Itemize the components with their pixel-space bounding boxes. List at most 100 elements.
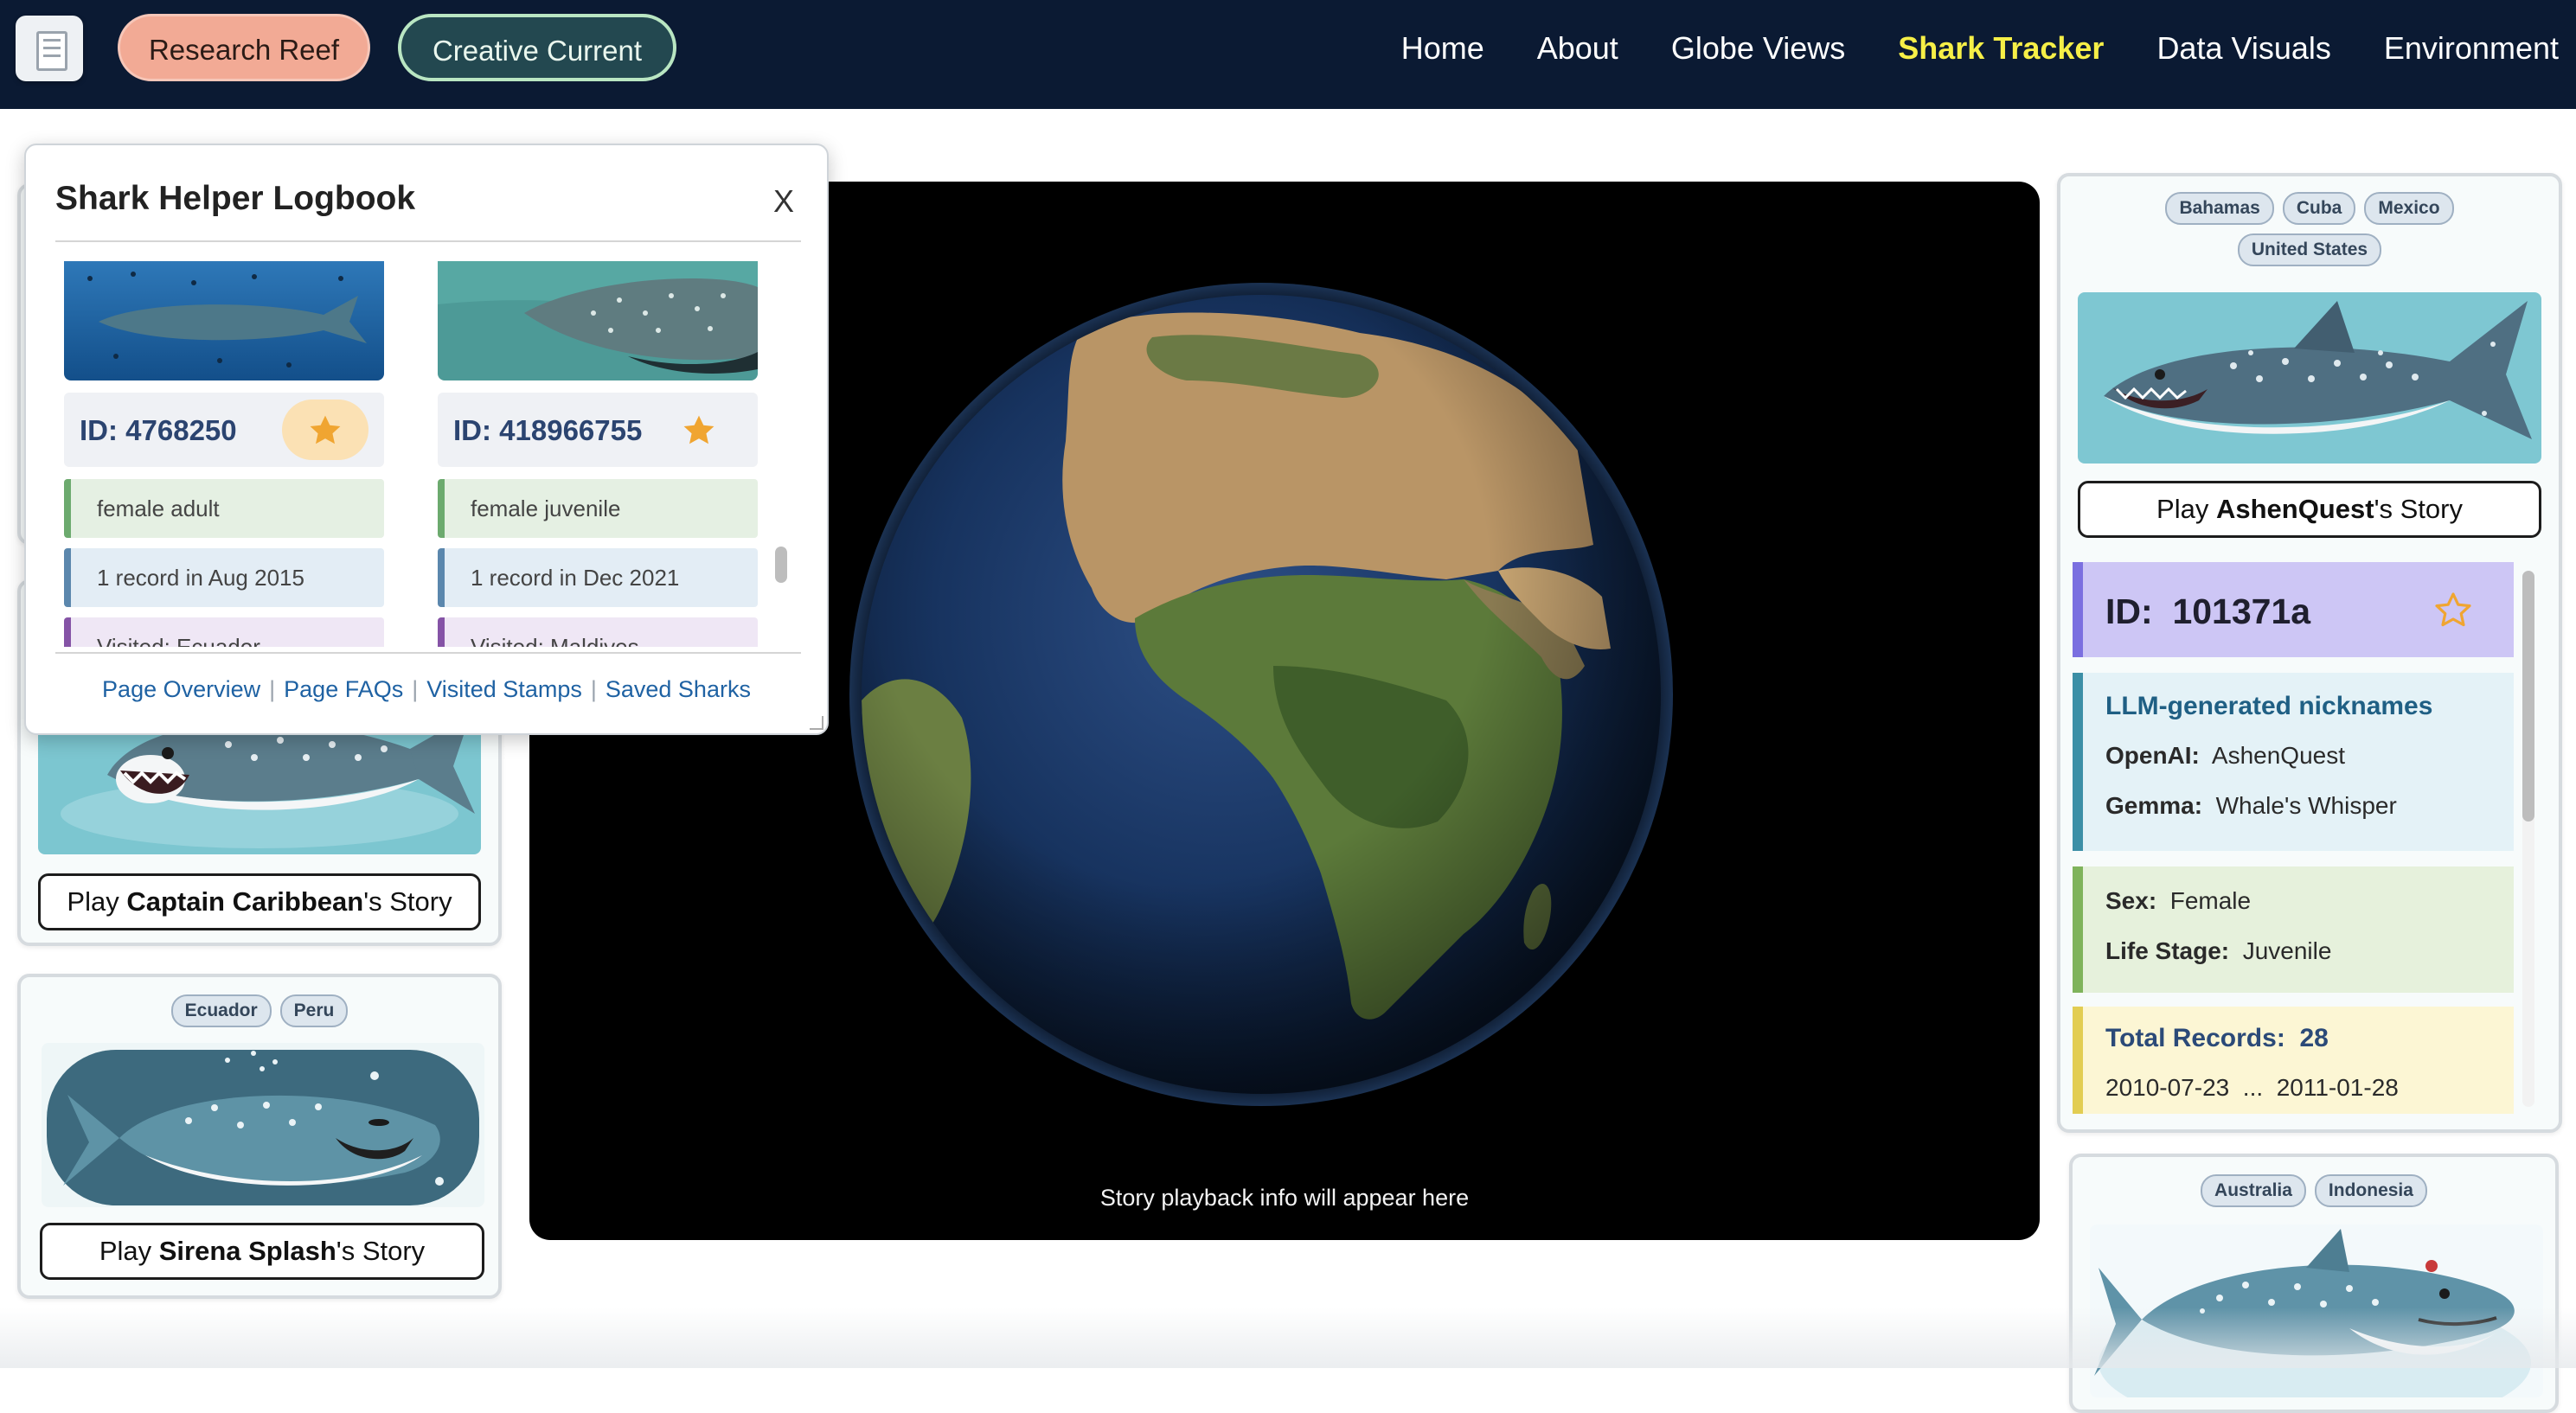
link-saved-sharks[interactable]: Saved Sharks	[606, 676, 751, 702]
records-block: Total Records: 28 2010-07-23 ... 2011-01…	[2073, 1007, 2514, 1114]
shark-name: AshenQuest	[2215, 494, 2374, 524]
play-suffix: 's Story	[2374, 494, 2463, 524]
detail-scrollbar[interactable]	[2522, 571, 2534, 1107]
logbook-id-row: ID: 418966755	[438, 393, 758, 467]
resize-handle-icon[interactable]	[810, 716, 823, 730]
shark-photo	[438, 261, 758, 380]
date-end: 2011-01-28	[2276, 1074, 2399, 1101]
shark-helper-logbook: Shark Helper Logbook X ID: 4768250 femal…	[24, 144, 829, 735]
link-page-overview[interactable]: Page Overview	[102, 676, 260, 702]
creative-current-button[interactable]: Creative Current	[398, 14, 676, 81]
logbook-entry: ID: 418966755 female juvenile 1 record i…	[438, 261, 758, 647]
divider	[55, 652, 801, 654]
detail-id: ID: 101371a	[2105, 591, 2310, 632]
detail-id-block: ID: 101371a	[2073, 562, 2514, 657]
records-value: 28	[2299, 1024, 2329, 1052]
shark-photo	[64, 261, 384, 380]
star-filled-icon	[310, 415, 341, 444]
location-tags: Australia Indonesia	[2073, 1174, 2555, 1216]
logbook-entries[interactable]: ID: 4768250 female adult 1 record in Aug…	[55, 261, 799, 647]
play-prefix: Play	[99, 1236, 159, 1266]
nav-globe-views[interactable]: Globe Views	[1671, 30, 1845, 67]
shark-detail-panel[interactable]: ID: 101371a LLM-generated nicknames Open…	[2073, 562, 2521, 1114]
nav-home[interactable]: Home	[1401, 30, 1484, 67]
visited-country: Visited: Maldives	[438, 617, 758, 647]
document-icon	[36, 31, 67, 71]
nickname-openai: OpenAI: AshenQuest	[2105, 742, 2345, 770]
nav-data-visuals[interactable]: Data Visuals	[2156, 30, 2330, 67]
play-story-button[interactable]: Play Captain Caribbean's Story	[38, 873, 481, 930]
record-date-range: 2010-07-23 ... 2011-01-28	[2105, 1074, 2399, 1102]
shark-name: Captain Caribbean	[126, 886, 364, 917]
divider	[55, 240, 801, 242]
detail-id-value: 101371a	[2172, 591, 2311, 631]
star-filled-icon	[683, 415, 714, 444]
location-tag: Indonesia	[2314, 1174, 2427, 1207]
date-separator: ...	[2242, 1074, 2264, 1101]
link-page-faqs[interactable]: Page FAQs	[284, 676, 403, 702]
nickname-gemma: Gemma: Whale's Whisper	[2105, 792, 2397, 820]
separator: |	[412, 676, 419, 702]
star-outline-icon[interactable]	[2432, 590, 2474, 631]
shark-illustration	[42, 1043, 484, 1207]
logbook-footer-links: Page Overview | Page FAQs | Visited Stamps | S…	[26, 676, 827, 703]
play-prefix: Play	[2156, 494, 2216, 524]
location-tags: Bahamas Cuba Mexico United States	[2060, 192, 2559, 275]
top-nav-bar: Research Reef Creative Current Home Abou…	[0, 0, 2576, 109]
location-tag: United States	[2237, 233, 2382, 266]
gemma-label: Gemma:	[2105, 792, 2203, 819]
openai-label: OpenAI:	[2105, 742, 2200, 769]
location-tag: Ecuador	[170, 994, 272, 1027]
visited-country: Visited: Ecuador	[64, 617, 384, 647]
logbook-id: ID: 418966755	[453, 414, 643, 446]
logbook-id: ID: 4768250	[80, 414, 237, 446]
location-tag: Cuba	[2282, 192, 2356, 225]
gemma-value: Whale's Whisper	[2215, 792, 2397, 819]
story-playback-info: Story playback info will appear here	[1099, 1185, 1470, 1211]
saved-star-button[interactable]	[282, 400, 368, 460]
play-story-button[interactable]: Play AshenQuest's Story	[2078, 481, 2541, 538]
sex-label: Sex:	[2105, 887, 2157, 914]
date-start: 2010-07-23	[2105, 1074, 2230, 1101]
logbook-scrollbar[interactable]	[775, 261, 787, 647]
logbook-id-row: ID: 4768250	[64, 393, 384, 467]
location-tag: Mexico	[2364, 192, 2454, 225]
nav-shark-tracker[interactable]: Shark Tracker	[1898, 30, 2104, 67]
openai-value: AshenQuest	[2211, 742, 2346, 769]
separator: |	[269, 676, 276, 702]
record-summary: 1 record in Dec 2021	[438, 548, 758, 607]
sex-stage-block: Sex: Female Life Stage: Juvenile	[2073, 866, 2514, 993]
total-records: Total Records: 28	[2105, 1024, 2329, 1053]
main-nav: Home About Globe Views Shark Tracker Dat…	[1349, 0, 2559, 97]
records-label: Total Records:	[2105, 1024, 2285, 1052]
menu-toggle-button[interactable]	[16, 16, 83, 81]
link-visited-stamps[interactable]: Visited Stamps	[426, 676, 582, 702]
play-suffix: 's Story	[336, 1236, 426, 1266]
nav-about[interactable]: About	[1537, 30, 1618, 67]
record-summary: 1 record in Aug 2015	[64, 548, 384, 607]
location-tag: Bahamas	[2165, 192, 2274, 225]
logbook-scroll-thumb[interactable]	[775, 547, 787, 583]
shark-card-australia: Australia Indonesia	[2069, 1154, 2559, 1413]
research-reef-button[interactable]: Research Reef	[118, 14, 370, 81]
detail-scroll-thumb[interactable]	[2522, 571, 2534, 822]
sex-value: Female	[2169, 887, 2252, 914]
play-story-button[interactable]: Play Sirena Splash's Story	[40, 1223, 484, 1280]
bottom-fade	[0, 1308, 2576, 1368]
saved-star-button[interactable]	[656, 400, 742, 460]
sex-stage: female juvenile	[438, 479, 758, 538]
sex-stage: female adult	[64, 479, 384, 538]
nav-environment[interactable]: Environment	[2384, 30, 2559, 67]
nicknames-heading: LLM-generated nicknames	[2105, 692, 2433, 720]
detail-id-label: ID:	[2105, 591, 2153, 631]
life-stage-label: Life Stage:	[2105, 937, 2230, 964]
logbook-entry: ID: 4768250 female adult 1 record in Aug…	[64, 261, 384, 647]
shark-name: Sirena Splash	[158, 1236, 336, 1266]
sex-row: Sex: Female	[2105, 887, 2251, 915]
separator: |	[590, 676, 597, 702]
shark-illustration	[2078, 292, 2541, 464]
location-tag: Australia	[2201, 1174, 2306, 1207]
logbook-close-button[interactable]: X	[773, 183, 794, 220]
shark-card-sirena-splash: Ecuador Peru Play Sirena Splash's Story	[17, 974, 502, 1299]
life-stage-value: Juvenile	[2242, 937, 2332, 964]
